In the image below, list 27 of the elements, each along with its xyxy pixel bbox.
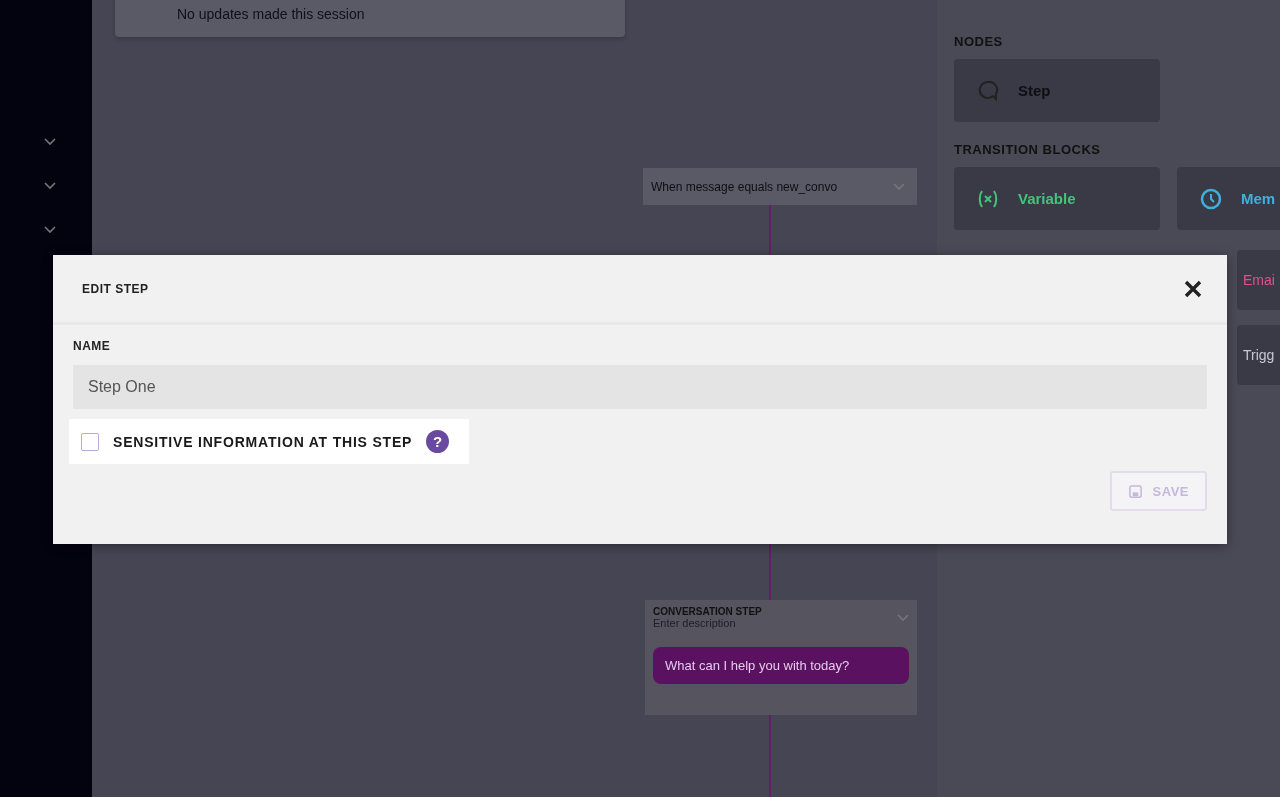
checkbox-label: SENSITIVE INFORMATION AT THIS STEP [113, 433, 413, 450]
dialog-title: EDIT STEP [82, 281, 149, 296]
field-label: NAME [73, 339, 112, 353]
chevron-icon[interactable] [44, 138, 56, 146]
trigger-text: When message equals new_convo [651, 179, 838, 194]
block-tile[interactable]: Emai [1237, 250, 1280, 310]
save-icon [1127, 483, 1143, 499]
checkbox[interactable] [81, 432, 99, 451]
section-title: NODES [954, 34, 1004, 49]
block-tile[interactable]: Variable [954, 167, 1160, 230]
section-title: TRANSITION BLOCKS [954, 142, 1102, 157]
help-icon[interactable]: ? [426, 430, 450, 453]
connector-line [769, 544, 771, 600]
session-text: No updates made this session [177, 5, 365, 22]
trigger-node[interactable]: When message equals new_convo [643, 168, 917, 205]
block-tile[interactable]: Mem [1177, 167, 1280, 230]
node-title: CONVERSATION STEP [653, 606, 762, 617]
chat-bubble-icon [976, 78, 1000, 103]
clock-icon [1199, 186, 1223, 211]
block-tile[interactable]: Trigg [1237, 325, 1280, 385]
connector-line [769, 205, 771, 255]
conversation-step-node[interactable]: CONVERSATION STEP Enter description What can I help you with today? [645, 600, 917, 715]
message-bubble: What can I help you with today? [653, 647, 909, 684]
name-input[interactable]: Step One [73, 365, 1207, 409]
chevron-icon[interactable] [44, 226, 56, 234]
chevron-icon[interactable] [44, 182, 56, 190]
node-description: Enter description [653, 617, 737, 629]
